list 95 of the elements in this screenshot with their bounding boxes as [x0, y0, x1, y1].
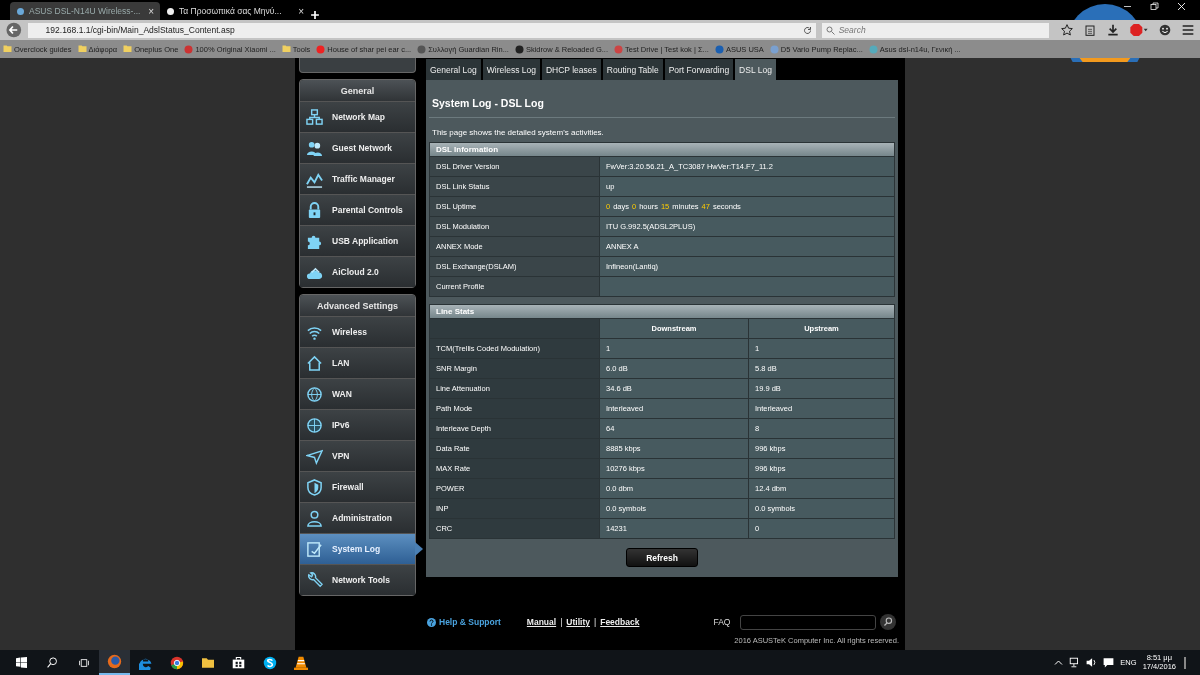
traffic-cone-icon[interactable]	[293, 655, 308, 670]
site-icon	[614, 44, 624, 54]
site-icon	[868, 44, 878, 54]
site-icon	[16, 6, 25, 16]
tab[interactable]: Port Forwarding	[664, 59, 734, 80]
refresh-button[interactable]: Refresh	[626, 548, 698, 567]
shield-icon	[306, 478, 323, 496]
plane-icon	[306, 447, 323, 465]
menu-item[interactable]: Parental Controls	[300, 194, 415, 225]
help-icon	[427, 617, 436, 627]
s-letter-icon[interactable]	[262, 655, 277, 670]
house-icon	[306, 354, 323, 372]
menu-item[interactable]: Firewall	[300, 471, 415, 502]
round-browser-icon[interactable]	[169, 655, 184, 670]
task-view-icon[interactable]	[77, 657, 90, 668]
folder-icon	[3, 45, 12, 53]
section-header: Line Stats	[430, 305, 894, 318]
browser-tab[interactable]: Τα Προσωπικά σας Μηνύ... ×	[160, 2, 310, 20]
menu-item[interactable]: Guest Network	[300, 132, 415, 163]
folder-icon[interactable]	[200, 656, 215, 669]
menu-item[interactable]: Traffic Manager	[300, 163, 415, 194]
wrench-icon	[306, 571, 323, 589]
menu-item[interactable]: Network Map	[300, 101, 415, 132]
tab[interactable]: General Log	[426, 59, 481, 80]
search-icon	[825, 25, 835, 35]
maximize-icon[interactable]	[1150, 2, 1159, 11]
fox-globe-icon[interactable]	[107, 654, 122, 669]
pointer-icon	[415, 542, 423, 556]
chart-icon	[306, 170, 323, 188]
faq-label: FAQ	[713, 617, 731, 627]
menu-heading: Advanced Settings	[300, 295, 415, 316]
tab[interactable]: DHCP leases	[541, 59, 601, 80]
people-icon	[306, 139, 323, 157]
menu-item[interactable]: WAN	[300, 378, 415, 409]
tab[interactable]: DSL Log	[735, 59, 776, 80]
site-icon	[316, 44, 326, 54]
download-icon[interactable]	[1107, 24, 1119, 36]
menu-icon[interactable]	[1182, 24, 1194, 36]
back-icon[interactable]	[6, 22, 22, 38]
speaker-icon[interactable]	[1086, 657, 1098, 668]
menu-item[interactable]: AiCloud 2.0	[300, 256, 415, 287]
footer-link[interactable]: Utility	[566, 617, 590, 627]
browser-tab[interactable]: ASUS DSL-N14U Wireless-... ×	[10, 2, 160, 20]
folder-icon	[281, 45, 291, 53]
network-icon	[306, 108, 323, 126]
menu-item[interactable]: Administration	[300, 502, 415, 533]
folder-icon	[123, 45, 133, 53]
plus-icon[interactable]	[310, 10, 320, 20]
search-button[interactable]	[880, 614, 897, 630]
person-icon	[306, 509, 323, 527]
menu-item[interactable]: VPN	[300, 440, 415, 471]
document-icon	[306, 540, 323, 558]
globe-icon	[306, 416, 323, 434]
menu-item[interactable]: Wireless	[300, 316, 415, 347]
description: This page shows the detailed system's activities.	[431, 127, 605, 139]
close-icon[interactable]: ×	[298, 5, 304, 17]
footer-link[interactable]: Manual	[526, 617, 557, 627]
page-title: System Log - DSL Log	[429, 80, 895, 118]
separator: |	[594, 617, 597, 627]
tab[interactable]: Routing Table	[602, 59, 663, 80]
menu-heading: General	[300, 80, 415, 101]
tab[interactable]: Wireless Log	[482, 59, 540, 80]
site-icon	[417, 44, 427, 54]
site-icon	[714, 44, 724, 54]
section-header: DSL Information	[430, 143, 894, 156]
smiley-icon[interactable]	[1159, 24, 1171, 36]
menu-item[interactable]: USB Application	[300, 225, 415, 256]
site-icon	[514, 44, 524, 54]
stop-sign-icon[interactable]	[1130, 24, 1148, 36]
shopping-bag-icon[interactable]	[232, 656, 245, 669]
address-field[interactable]: 192.168.1.1/cgi-bin/Main_AdslStatus_Content.asp	[27, 22, 816, 38]
caret-up-icon[interactable]	[1054, 658, 1064, 667]
windows-icon	[16, 657, 27, 668]
close-icon[interactable]	[1177, 2, 1186, 11]
folder-icon	[77, 45, 87, 53]
network-icon[interactable]	[1069, 657, 1081, 668]
menu-item[interactable]: IPv6	[300, 409, 415, 440]
menu-item[interactable]: Network Tools	[300, 564, 415, 595]
reload-icon	[802, 25, 812, 35]
site-icon	[166, 6, 175, 16]
menu-item[interactable]: LAN	[300, 347, 415, 378]
site-icon	[184, 44, 194, 54]
message-icon[interactable]	[1103, 657, 1115, 668]
help-link[interactable]: Help & Support	[427, 617, 501, 627]
search-icon[interactable]	[47, 657, 58, 668]
lock-icon	[306, 201, 323, 219]
separator: |	[560, 617, 563, 627]
clipboard-icon[interactable]	[1084, 24, 1096, 36]
star-icon[interactable]	[1061, 24, 1073, 36]
footer-link[interactable]: Feedback	[600, 617, 640, 627]
search-field[interactable]: Search	[821, 22, 1049, 38]
close-icon[interactable]: ×	[148, 5, 154, 17]
faq-field[interactable]	[740, 614, 877, 630]
globe-icon	[306, 385, 323, 403]
site-icon	[769, 44, 779, 54]
